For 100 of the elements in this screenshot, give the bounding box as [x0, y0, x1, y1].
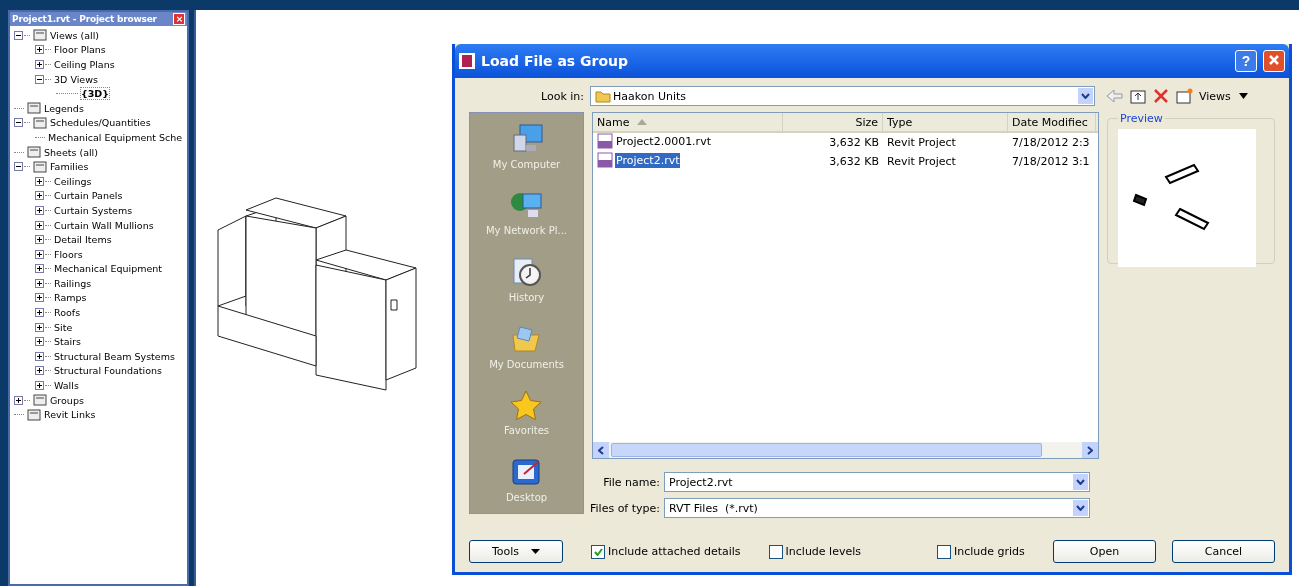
tree-item[interactable]: Ceiling Plans	[54, 59, 115, 70]
close-button[interactable]	[1263, 50, 1285, 72]
collapse-toggle-icon[interactable]	[14, 30, 23, 40]
tree-item[interactable]: Site	[54, 321, 73, 333]
column-header[interactable]: Date Modifiec	[1008, 113, 1096, 131]
app-logo-icon	[459, 53, 475, 69]
expand-toggle-icon[interactable]	[35, 176, 44, 186]
tools-button[interactable]: Tools	[469, 540, 563, 563]
look-in-dropdown[interactable]: Haakon Units	[590, 86, 1095, 106]
file-name-cell: Project2.0001.rvt	[597, 133, 712, 149]
delete-button[interactable]	[1153, 88, 1169, 104]
expand-toggle-icon[interactable]	[35, 205, 44, 215]
back-arrow-icon	[1105, 88, 1123, 104]
close-icon	[1268, 54, 1280, 66]
table-cell-text: 7/18/2012 3:1	[1011, 155, 1091, 168]
tree-item[interactable]: Revit Links	[44, 409, 96, 421]
tree-item[interactable]: Roofs	[54, 307, 81, 319]
tree-item[interactable]: Stairs	[54, 336, 82, 348]
tree-item[interactable]: Schedules/Quantities	[50, 117, 151, 129]
sort-up-icon	[637, 119, 648, 125]
file-icon	[597, 133, 613, 149]
table-cell-text: 3,632 KB	[828, 136, 880, 149]
field-label: Look in:	[540, 89, 584, 103]
table-cell-text: 7/18/2012 2:3	[1011, 136, 1091, 149]
tree-item[interactable]: Structural Foundations	[54, 365, 163, 377]
file-name-cell: Project2.rvt	[597, 152, 681, 168]
chevron-down-icon	[1076, 505, 1085, 511]
expand-toggle-icon[interactable]	[35, 308, 44, 318]
tree-item[interactable]: Railings	[54, 277, 92, 289]
tree-item[interactable]: 3D Views	[54, 73, 98, 85]
collapse-toggle-icon[interactable]	[35, 74, 44, 84]
caret-icon	[1238, 93, 1248, 99]
tree-item[interactable]: Curtain Systems	[54, 204, 133, 216]
table-cell-text: Revit Project	[886, 136, 957, 149]
file-type-dropdown[interactable]: RVT Files (*.rvt)	[664, 498, 1090, 518]
new-folder-button[interactable]	[1175, 88, 1193, 104]
tree-item[interactable]: Sheets (all)	[44, 146, 98, 158]
open-button[interactable]: Open	[1053, 540, 1156, 563]
tree-item[interactable]: Ramps	[54, 292, 87, 304]
tree-item[interactable]: Ceilings	[54, 175, 92, 187]
column-header[interactable]: Size	[783, 113, 883, 131]
tree-item[interactable]: Curtain Panels	[54, 190, 123, 202]
expand-toggle-icon[interactable]	[35, 337, 44, 347]
tree-item[interactable]: Detail Items	[54, 234, 112, 246]
file-row[interactable]: Project2.0001.rvt 3,632 KB Revit Project 7/18/2012 2:3	[593, 133, 1098, 152]
expand-toggle-icon[interactable]	[35, 191, 44, 201]
collapse-toggle-icon[interactable]	[14, 162, 23, 172]
option-checkbox[interactable]: Include attached details	[591, 544, 741, 559]
expand-toggle-icon[interactable]	[35, 60, 44, 69]
field-label: File name:	[602, 475, 660, 489]
views-menu[interactable]: Views	[1199, 89, 1248, 103]
file-row[interactable]: Project2.rvt 3,632 KB Revit Project 7/18/2012 3:1	[593, 152, 1098, 171]
tree-item[interactable]: Floors	[54, 248, 83, 260]
panel-title: Project1.rvt - Project browser	[12, 14, 157, 24]
expand-toggle-icon[interactable]	[35, 264, 44, 274]
tree-item[interactable]: Families	[50, 161, 89, 173]
help-button[interactable]: ?	[1235, 50, 1257, 72]
up-folder-button[interactable]	[1129, 88, 1147, 104]
tree-item[interactable]: Groups	[50, 394, 84, 406]
tree-item[interactable]: Legends	[44, 102, 84, 114]
file-name-field[interactable]: Project2.rvt	[664, 472, 1090, 492]
check-icon	[593, 547, 603, 556]
tree-item[interactable]: Curtain Wall Mullions	[54, 219, 154, 231]
expand-toggle-icon[interactable]	[35, 278, 44, 288]
tree-item[interactable]: Structural Beam Systems	[54, 350, 175, 362]
expand-toggle-icon[interactable]	[35, 381, 44, 391]
field-label: Files of type:	[590, 501, 660, 515]
preview-label: Preview	[1119, 112, 1164, 125]
chevron-down-icon	[1076, 479, 1085, 485]
horizontal-scrollbar[interactable]	[593, 442, 1098, 458]
cancel-button[interactable]: Cancel	[1172, 540, 1275, 563]
close-button[interactable]: ×	[173, 13, 186, 25]
expand-toggle-icon[interactable]	[35, 220, 44, 230]
column-header[interactable]: Type	[883, 113, 1008, 131]
chevron-right-icon	[1087, 445, 1093, 455]
expand-toggle-icon[interactable]	[35, 249, 44, 259]
tree-item[interactable]: Floor Plans	[54, 44, 106, 56]
expand-toggle-icon[interactable]	[35, 235, 44, 245]
table-cell-text: 3,632 KB	[828, 155, 880, 168]
column-header[interactable]: Name	[593, 113, 783, 131]
tree-item[interactable]: {3D}	[81, 88, 110, 100]
expand-toggle-icon[interactable]	[14, 395, 23, 405]
chevron-down-icon	[1081, 93, 1090, 99]
tree-item[interactable]: Mechanical Equipment Sche	[48, 131, 183, 143]
chevron-left-icon	[598, 445, 604, 455]
tree-item[interactable]: Mechanical Equipment	[54, 263, 163, 275]
option-checkbox[interactable]: Include grids	[937, 544, 1025, 559]
tree-item[interactable]: Walls	[54, 380, 79, 392]
table-cell-text: Revit Project	[886, 155, 957, 168]
option-checkbox[interactable]: Include levels	[768, 544, 861, 559]
collapse-toggle-icon[interactable]	[14, 118, 23, 128]
new-folder-icon	[1175, 88, 1193, 104]
expand-toggle-icon[interactable]	[35, 293, 44, 303]
expand-toggle-icon[interactable]	[35, 322, 44, 332]
expand-toggle-icon[interactable]	[35, 366, 44, 376]
folder-icon	[595, 89, 611, 103]
caret-icon	[531, 549, 541, 554]
tree-item[interactable]: Views (all)	[50, 29, 100, 41]
expand-toggle-icon[interactable]	[35, 45, 44, 55]
expand-toggle-icon[interactable]	[35, 351, 44, 361]
